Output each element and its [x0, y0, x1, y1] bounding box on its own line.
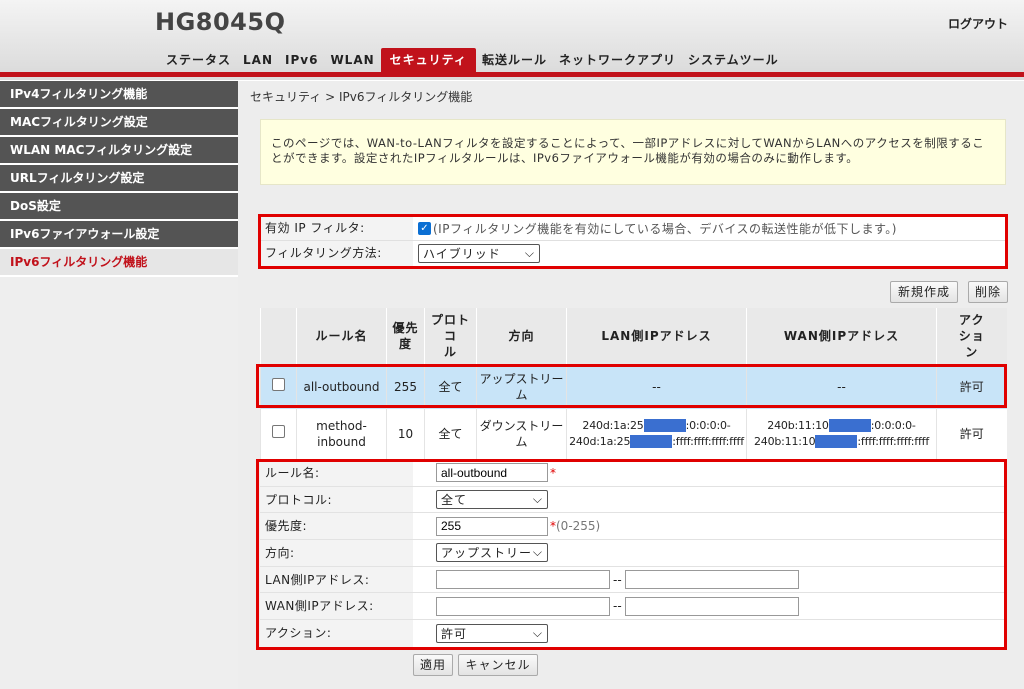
nav-security[interactable]: セキュリティ: [380, 48, 476, 72]
row-checkbox[interactable]: [272, 425, 285, 439]
header-select: [260, 308, 297, 364]
cell-protocol: 全て: [424, 409, 477, 460]
delete-button[interactable]: 削除: [968, 281, 1008, 303]
highlight-box-row: [256, 364, 1007, 408]
sidebar-item-ipv6-firewall[interactable]: IPv6ファイアウォール設定: [0, 221, 238, 247]
sidebar-item-dos[interactable]: DoS設定: [0, 193, 238, 219]
table-header-row: ルール名 優先度 プロトコル 方向 LAN側IPアドレス WAN側IPアドレス …: [260, 308, 1007, 364]
sidebar-item-mac-filter[interactable]: MACフィルタリング設定: [0, 109, 238, 135]
nav-lan[interactable]: LAN: [237, 48, 279, 72]
table-row[interactable]: method-inbound 10 全て ダウンストリーム 240d:1a:25…: [260, 409, 1007, 460]
header-action: アク ション: [936, 308, 1007, 364]
info-note: このページでは、WAN-to-LANフィルタを設定することによって、一部IPアド…: [260, 119, 1006, 185]
nav-ipv6[interactable]: IPv6: [279, 48, 324, 72]
cell-direction: ダウンストリーム: [476, 409, 567, 460]
main-content: セキュリティ > IPv6フィルタリング機能 このページでは、WAN-to-LA…: [238, 81, 1024, 689]
redacted-mask: [643, 419, 686, 433]
apply-button[interactable]: 適用: [413, 654, 453, 676]
new-rule-button[interactable]: 新規作成: [890, 281, 958, 303]
sidebar-item-ipv6-filter[interactable]: IPv6フィルタリング機能: [0, 249, 238, 275]
header-lan-ip: LAN側IPアドレス: [566, 308, 747, 364]
header-protocol: プロトコル: [424, 308, 477, 364]
main-nav: ステータス LAN IPv6 WLAN セキュリティ 転送ルール ネットワークア…: [160, 48, 785, 72]
header-rule-name: ルール名: [296, 308, 387, 364]
sidebar-item-wlan-mac-filter[interactable]: WLAN MACフィルタリング設定: [0, 137, 238, 163]
nav-wlan[interactable]: WLAN: [324, 48, 380, 72]
top-header: HG8045Q ログアウト ステータス LAN IPv6 WLAN セキュリティ…: [0, 0, 1024, 76]
cell-priority: 10: [386, 409, 425, 460]
cancel-button[interactable]: キャンセル: [458, 654, 538, 676]
header-priority: 優先度: [386, 308, 425, 364]
redacted-mask: [828, 419, 871, 433]
nav-network-apps[interactable]: ネットワークアプリ: [553, 48, 682, 72]
highlight-box-filter: [258, 214, 1008, 269]
sidebar-item-ipv4-filter[interactable]: IPv4フィルタリング機能: [0, 81, 238, 107]
nav-status[interactable]: ステータス: [160, 48, 237, 72]
header-direction: 方向: [476, 308, 567, 364]
cell-wan-ip: 240b:11:10:0:0:0:0- 240b:11:10:ffff:ffff…: [746, 409, 937, 460]
nav-forwarding[interactable]: 転送ルール: [476, 48, 553, 72]
sidebar-background: [0, 277, 238, 689]
header-divider: [0, 77, 1024, 80]
sidebar: IPv4フィルタリング機能 MACフィルタリング設定 WLAN MACフィルタリ…: [0, 81, 238, 689]
cell-lan-ip: 240d:1a:25:0:0:0:0- 240d:1a:25:ffff:ffff…: [566, 409, 747, 460]
nav-system-tools[interactable]: システムツール: [682, 48, 785, 72]
highlight-box-edit: [256, 459, 1007, 650]
breadcrumb: セキュリティ > IPv6フィルタリング機能: [250, 90, 473, 104]
sidebar-item-url-filter[interactable]: URLフィルタリング設定: [0, 165, 238, 191]
redacted-mask: [815, 435, 858, 449]
model-name: HG8045Q: [155, 8, 286, 36]
cell-action: 許可: [936, 409, 1007, 460]
logout-link[interactable]: ログアウト: [948, 15, 1008, 32]
redacted-mask: [630, 435, 673, 449]
cell-rule-name: method-inbound: [296, 409, 387, 460]
header-wan-ip: WAN側IPアドレス: [746, 308, 937, 364]
